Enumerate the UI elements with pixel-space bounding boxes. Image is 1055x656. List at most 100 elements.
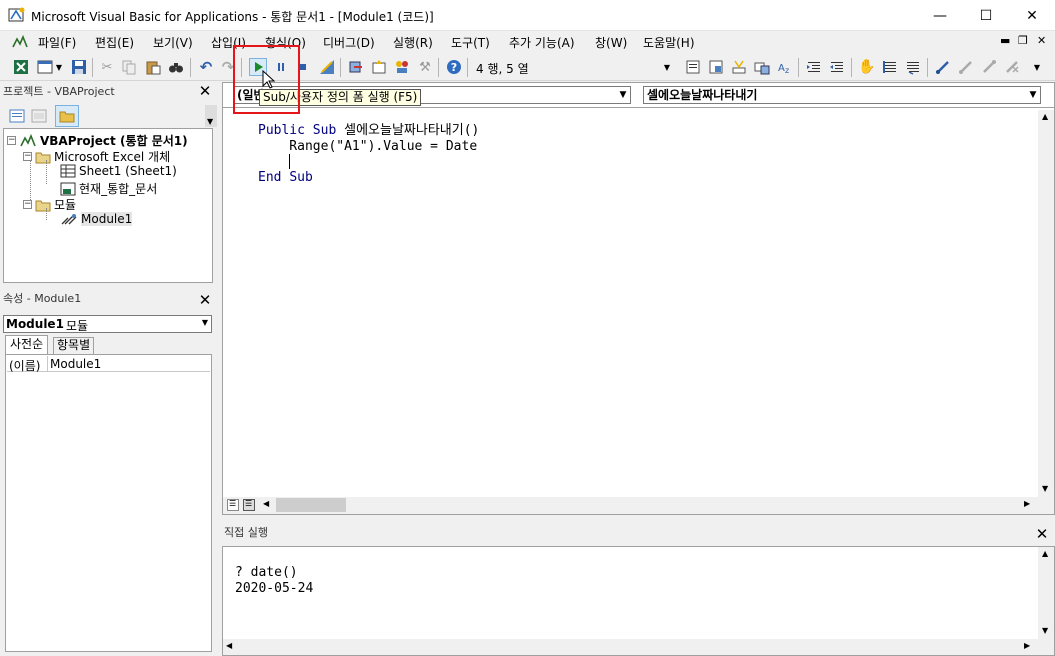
scroll-thumb[interactable]	[276, 498, 346, 512]
save-button[interactable]	[70, 58, 88, 76]
menu-addins[interactable]: 추가 기능(A)	[509, 34, 575, 51]
mdi-restore-button[interactable]: ❐	[1018, 34, 1028, 47]
previous-bookmark-button[interactable]	[980, 58, 998, 76]
find-button[interactable]	[167, 58, 185, 76]
quick-info-button[interactable]	[730, 58, 748, 76]
code-keyword: End	[258, 169, 282, 185]
immediate-title: 직접 실행	[224, 526, 268, 539]
project-explorer-title: 프로젝트 - VBAProject	[3, 85, 115, 98]
menu-tools[interactable]: 도구(T)	[451, 34, 490, 51]
toolbar-overflow[interactable]: ▼	[662, 58, 672, 76]
code-horizontal-scrollbar[interactable]: ☰ ☰ ◀ ▶	[223, 497, 1054, 514]
code-keyword: Sub	[289, 169, 313, 185]
cut-button[interactable]: ✂	[98, 58, 116, 76]
tree-item-module1[interactable]: Module1	[60, 212, 133, 226]
property-row-name[interactable]: (이름) Module1	[7, 356, 210, 373]
procedure-combo-value: 셀에오늘날짜나타내기	[647, 88, 758, 102]
menu-debug[interactable]: 디버그(D)	[323, 34, 375, 51]
scroll-up-icon: ▲	[1042, 549, 1049, 558]
view-code-button[interactable]	[9, 108, 25, 124]
undo-button[interactable]: ↶	[197, 58, 215, 76]
code-vertical-scrollbar[interactable]: ▲ ▼	[1038, 110, 1054, 497]
menu-window[interactable]: 창(W)	[595, 34, 627, 51]
minimize-button[interactable]: —	[917, 0, 963, 31]
insert-userform-button[interactable]	[36, 58, 54, 76]
project-explorer-close-button[interactable]: ✕	[196, 82, 214, 100]
tree-guide	[46, 160, 47, 184]
tree-item-this-workbook[interactable]: 현재_통합_문서	[60, 180, 157, 197]
menu-help[interactable]: 도움말(H)	[643, 34, 695, 51]
insert-dropdown-arrow[interactable]: ▼	[54, 58, 64, 76]
properties-close-button[interactable]: ✕	[196, 291, 214, 309]
chevron-down-icon: ▼	[619, 90, 627, 100]
parameter-info-button[interactable]	[753, 58, 771, 76]
copy-button[interactable]	[120, 58, 138, 76]
code-area[interactable]: Public Sub 셀에오늘날짜나타내기() Range("A1").Valu…	[258, 123, 479, 185]
menu-run[interactable]: 실행(R)	[393, 34, 433, 51]
cursor-position: 4 행, 5 열	[476, 62, 529, 76]
excel-icon	[14, 60, 28, 74]
maximize-button[interactable]: ☐	[963, 0, 1009, 31]
project-explorer-toolbar-overflow[interactable]: ▼	[205, 105, 217, 127]
toggle-breakpoint-button[interactable]: ✋	[858, 58, 876, 76]
clear-bookmarks-icon	[1006, 61, 1019, 73]
indent-button[interactable]	[805, 58, 823, 76]
worksheet-icon	[60, 164, 76, 178]
outdent-button[interactable]	[828, 58, 846, 76]
project-explorer-button[interactable]	[347, 58, 365, 76]
maximize-icon: ☐	[979, 7, 993, 24]
tab-categorized[interactable]: 항목별	[53, 337, 95, 354]
tree-item-sheet1[interactable]: Sheet1 (Sheet1)	[60, 164, 177, 178]
toolbar-separator	[927, 58, 928, 77]
hand-icon: ✋	[858, 59, 876, 75]
clear-bookmarks-button[interactable]	[1003, 58, 1021, 76]
immediate-output[interactable]: ? date() 2020-05-24 ▲ ▼ ◀ ▶	[222, 546, 1055, 656]
toggle-bookmark-button[interactable]	[934, 58, 952, 76]
object-browser-button[interactable]	[393, 58, 411, 76]
next-bookmark-button[interactable]	[957, 58, 975, 76]
immediate-line: 2020-05-24	[235, 580, 314, 596]
userform-icon	[37, 60, 53, 74]
help-button[interactable]: ?	[445, 58, 463, 76]
code-keyword: Public	[258, 123, 305, 138]
uncomment-block-button[interactable]	[904, 58, 922, 76]
tab-alphabetic[interactable]: 사전순	[5, 335, 49, 354]
chevron-down-icon: ▼	[1029, 90, 1037, 100]
close-icon: ✕	[1026, 7, 1038, 24]
list-properties-button[interactable]	[684, 58, 702, 76]
immediate-horizontal-scrollbar[interactable]: ◀ ▶	[223, 639, 1054, 655]
paste-button[interactable]	[144, 58, 162, 76]
object-selector[interactable]: Module1 모듈 ▼	[3, 315, 212, 333]
minimize-icon: —	[933, 7, 947, 24]
toolbar-separator	[340, 58, 341, 77]
design-mode-button[interactable]	[318, 58, 336, 76]
procedure-combo[interactable]: 셀에오늘날짜나타내기 ▼	[643, 86, 1041, 104]
full-module-view-button[interactable]: ☰	[243, 499, 255, 511]
tree-item-project[interactable]: − VBAProject (통합 문서1)	[7, 132, 188, 149]
mdi-close-button[interactable]: ✕	[1037, 34, 1046, 47]
toolbox-button[interactable]: ⚒	[416, 58, 434, 76]
view-object-icon	[31, 109, 47, 123]
complete-word-button[interactable]: Az	[776, 58, 794, 76]
tree-item-label: 현재_통합_문서	[79, 182, 158, 196]
menu-view[interactable]: 보기(V)	[153, 34, 193, 51]
comment-block-button[interactable]	[881, 58, 899, 76]
immediate-close-button[interactable]: ✕	[1033, 525, 1051, 543]
close-button[interactable]: ✕	[1009, 0, 1055, 31]
menu-edit[interactable]: 편집(E)	[95, 34, 134, 51]
menu-file[interactable]: 파일(F)	[38, 34, 76, 51]
toggle-folders-button[interactable]	[55, 105, 79, 127]
chevron-down-icon: ▼	[201, 318, 208, 327]
scroll-left-icon: ◀	[263, 499, 270, 508]
list-constants-button[interactable]	[707, 58, 725, 76]
view-object-button[interactable]	[31, 108, 47, 124]
view-excel-button[interactable]	[12, 58, 30, 76]
immediate-vertical-scrollbar[interactable]: ▲ ▼	[1038, 547, 1054, 639]
procedure-view-button[interactable]: ☰	[227, 499, 239, 511]
toolbar-overflow-right[interactable]: ▼	[1032, 58, 1042, 76]
comment-block-icon	[883, 61, 896, 73]
collapse-icon: −	[7, 135, 16, 145]
indent-icon	[807, 62, 820, 72]
properties-window-button[interactable]	[370, 58, 388, 76]
mdi-minimize-button[interactable]: ▬	[1000, 34, 1010, 47]
